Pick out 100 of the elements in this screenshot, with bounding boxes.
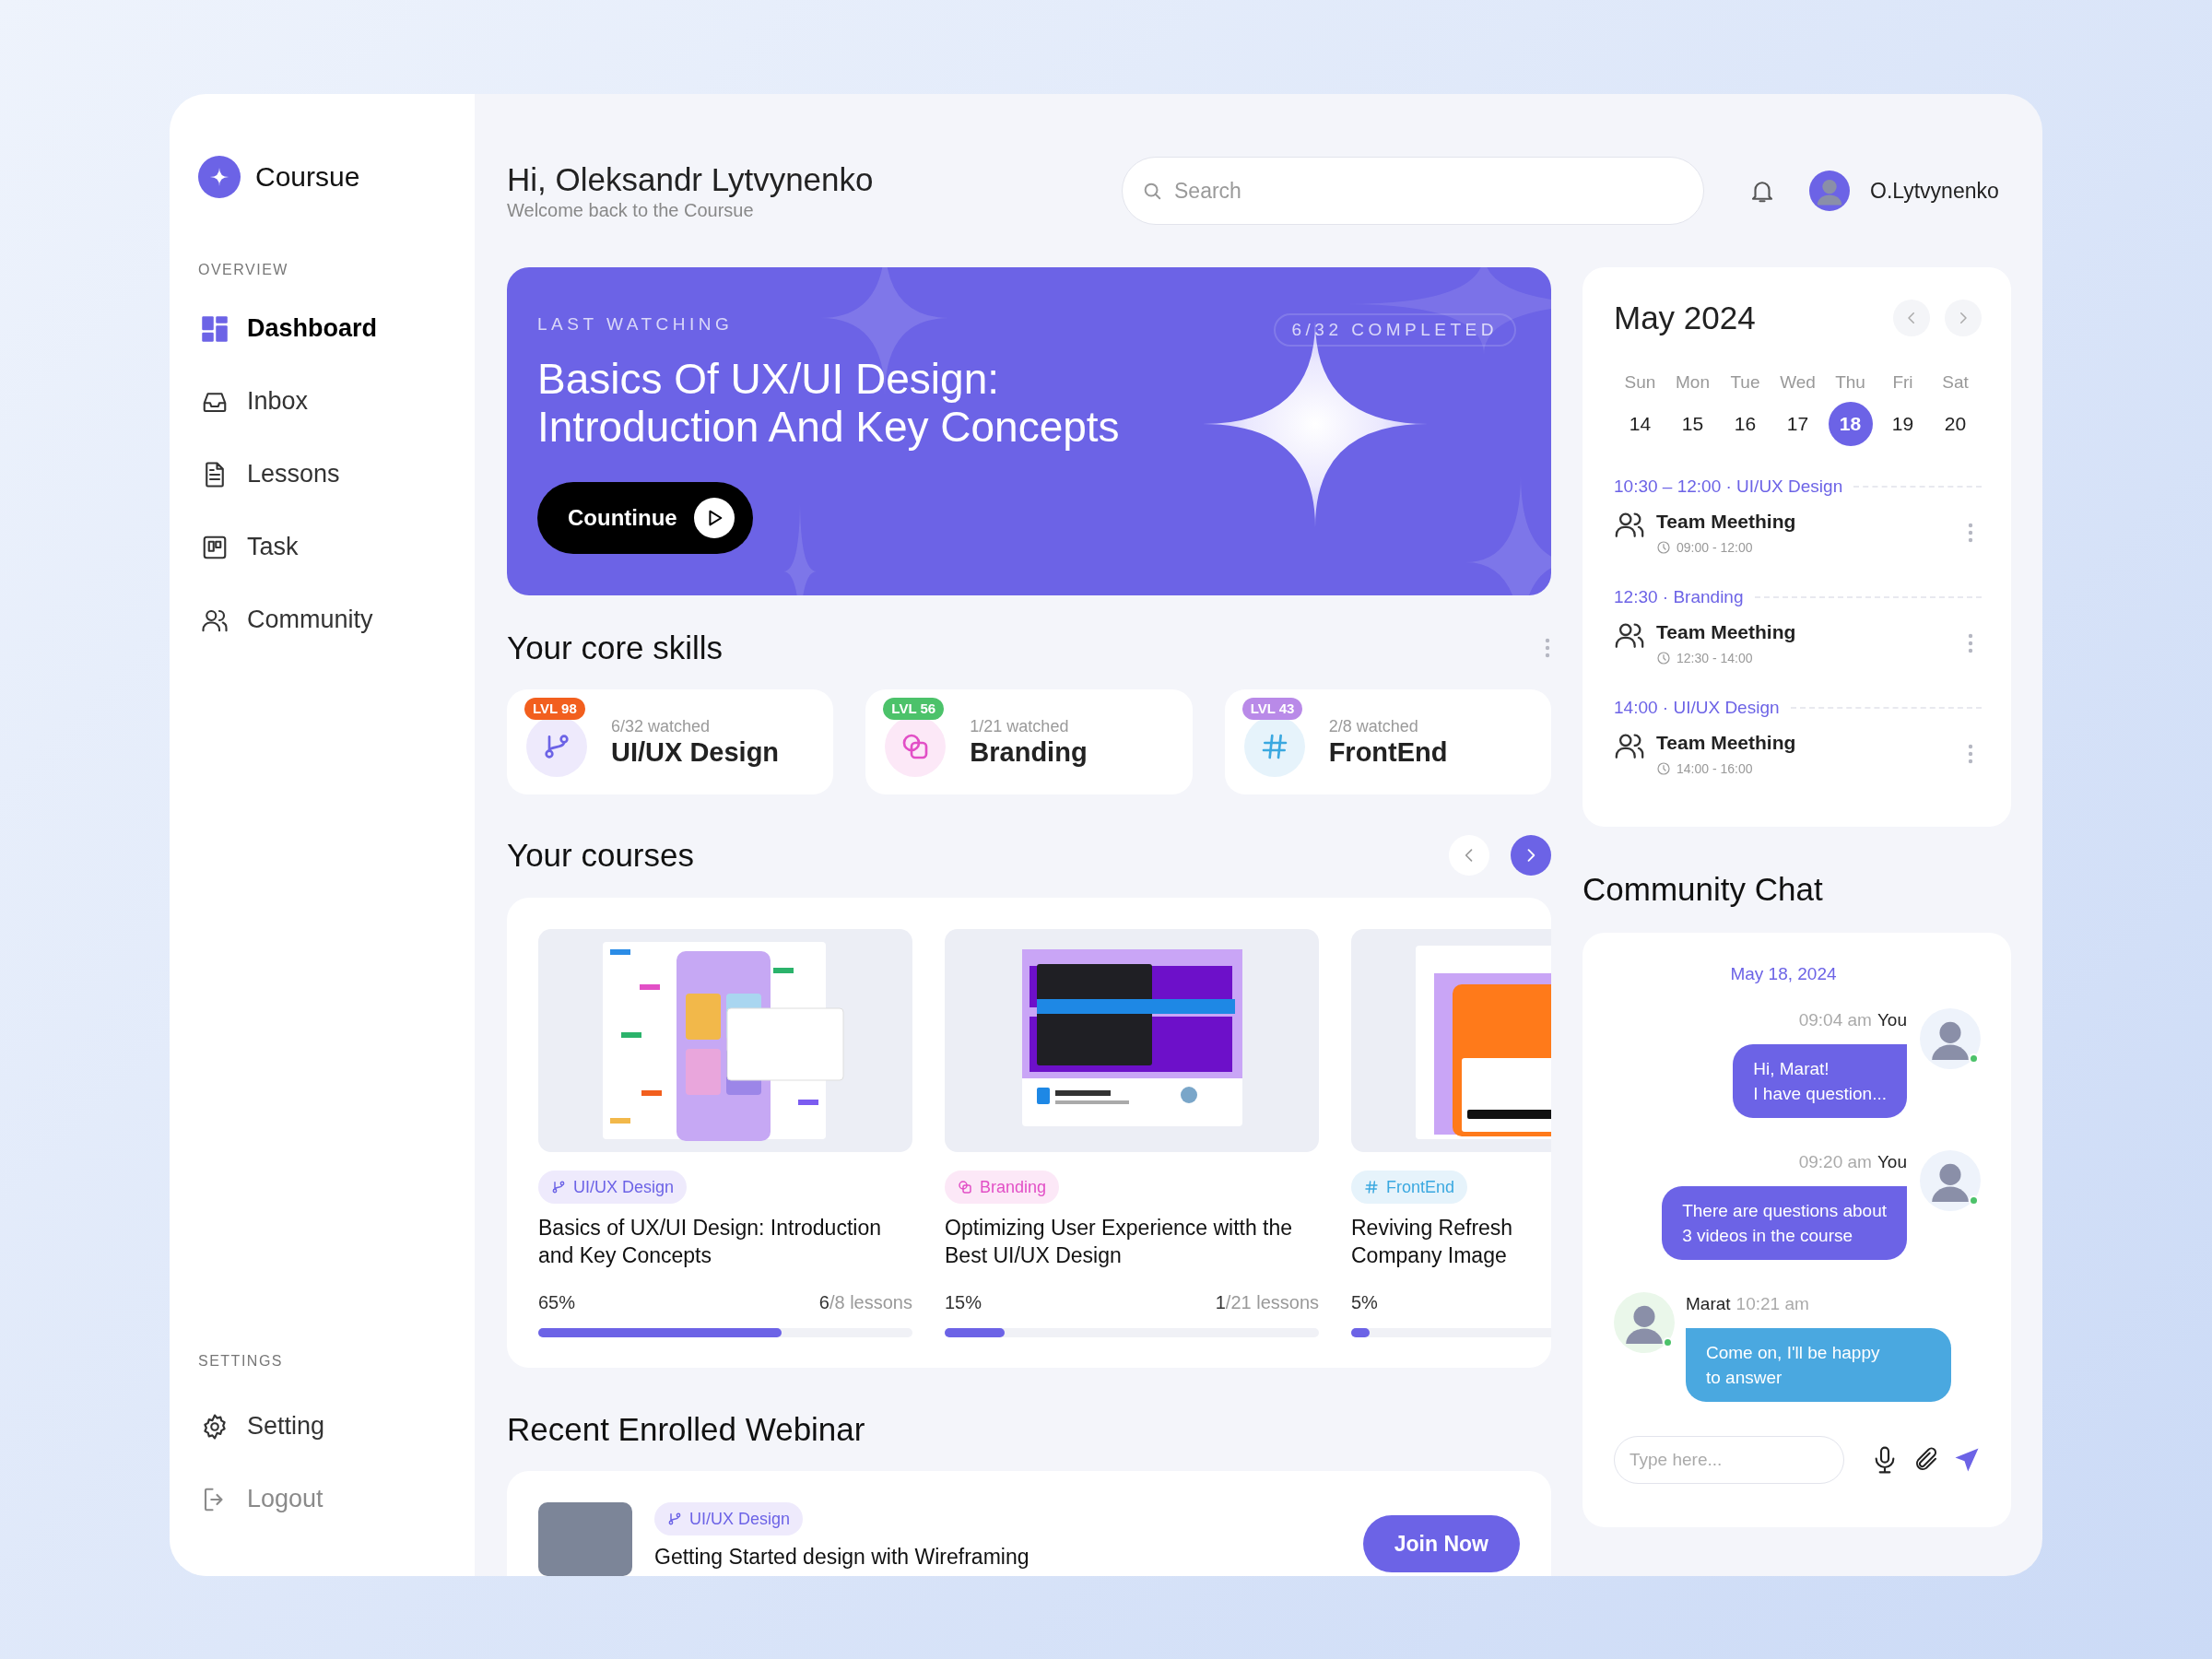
user-avatar [1614, 1292, 1675, 1353]
level-badge: LVL 98 [524, 698, 585, 720]
eyebrow-label: LAST WATCHING [537, 313, 734, 335]
weekday-label: Wed [1780, 371, 1816, 394]
app-name: Coursue [255, 161, 360, 193]
progress-percent: 5% [1351, 1291, 1378, 1313]
category-tag: UI/UX Design [654, 1502, 804, 1535]
more-icon[interactable] [1967, 523, 1974, 543]
message-input[interactable]: Type here... [1614, 1436, 1844, 1484]
dashboard-grid-icon [201, 314, 229, 343]
message-time: 09:20 am [1798, 1151, 1872, 1173]
calendar-day[interactable]: 18 [1828, 402, 1873, 446]
course-title[interactable]: Reviving Refresh Company Image [1351, 1214, 1540, 1269]
calendar-day[interactable]: 19 [1880, 402, 1925, 446]
message-author: You [1877, 1151, 1907, 1173]
event-time-range: 14:00 - 16:00 [1677, 760, 1753, 778]
category-tag: UI/UX Design [538, 1171, 688, 1204]
message-bubble: Come on, I'll be happy to answer [1686, 1328, 1951, 1402]
weekday-label: Tue [1730, 371, 1760, 394]
event-time-label: 10:30 – 12:00 · UI/UX Design [1614, 476, 1843, 498]
continue-button[interactable]: Countinue [537, 482, 753, 554]
section-label: OVERVIEW [198, 261, 288, 279]
skill-card[interactable]: LVL 98 6/32 watched UI/UX Design [507, 689, 834, 794]
course-title[interactable]: Optimizing User Experience witth the Best UI/UX Design [945, 1214, 1319, 1269]
event-time-range: 12:30 - 14:00 [1677, 650, 1753, 667]
skill-card[interactable]: LVL 56 1/21 watched Branding [865, 689, 1193, 794]
skill-name: UI/UX Design [611, 736, 780, 768]
branch-icon [551, 1180, 566, 1194]
progress-percent: 65% [538, 1291, 576, 1313]
previous-month-button[interactable] [1893, 300, 1930, 336]
section-title: Your courses [507, 836, 694, 875]
weekday-label: Mon [1676, 371, 1710, 394]
send-icon[interactable] [1953, 1446, 1981, 1474]
branch-icon [667, 1512, 682, 1526]
lessons-count: 1/21 lessons [1215, 1291, 1319, 1313]
weekday-label: Sun [1624, 371, 1656, 394]
message-bubble: There are questions about 3 videos in the course [1662, 1186, 1907, 1260]
user-avatar [1809, 171, 1850, 211]
skill-name: FrontEnd [1328, 736, 1448, 768]
message-author: Marat [1686, 1293, 1731, 1315]
more-icon[interactable] [1544, 638, 1551, 658]
section-title: Community Chat [1583, 870, 1824, 909]
calendar-day[interactable]: 17 [1775, 402, 1820, 446]
watched-count: 2/8 watched [1328, 716, 1419, 736]
user-avatar [1920, 1150, 1981, 1211]
message-time: 10:21 am [1735, 1293, 1809, 1315]
event-title: Team Meething [1656, 731, 1797, 755]
next-month-button[interactable] [1945, 300, 1982, 336]
logo-icon [198, 156, 241, 198]
nav-item[interactable]: Setting [198, 1403, 325, 1450]
more-icon[interactable] [1967, 633, 1974, 653]
event-time-label: 14:00 · UI/UX Design [1614, 697, 1780, 719]
level-badge: LVL 43 [1241, 698, 1303, 720]
user-avatar [1920, 1008, 1981, 1069]
category-tag: FrontEnd [1351, 1171, 1468, 1204]
skill-name: Branding [970, 736, 1088, 768]
section-title: Recent Enrolled Webinar [507, 1410, 866, 1449]
calendar-day[interactable]: 16 [1723, 402, 1768, 446]
user-name[interactable]: O.Lytvynenko [1870, 178, 1999, 204]
hash-icon [1364, 1180, 1379, 1194]
message-time: 09:04 am [1798, 1009, 1872, 1031]
calendar-day[interactable]: 20 [1933, 402, 1978, 446]
course-title[interactable]: Basics of UX/UI Design: Introduction and Key Concepts [538, 1214, 912, 1269]
section-title: Your core skills [507, 629, 724, 667]
message-author: You [1877, 1009, 1907, 1031]
watched-count: 6/32 watched [611, 716, 712, 736]
join-button[interactable]: Join Now [1362, 1515, 1520, 1572]
branch-icon [542, 732, 571, 761]
clock-icon [1656, 761, 1671, 776]
search-icon [1142, 181, 1162, 201]
calendar-day[interactable]: 14 [1618, 402, 1663, 446]
nav-item[interactable]: Task [198, 524, 299, 571]
message-bubble: Hi, Marat! I have question... [1733, 1044, 1907, 1118]
level-badge: LVL 56 [883, 698, 945, 720]
previous-button[interactable] [1449, 835, 1489, 876]
settings-icon [201, 1412, 229, 1441]
calendar-day[interactable]: 15 [1670, 402, 1715, 446]
nav-item[interactable]: Community [198, 596, 373, 643]
greeting: Hi, Oleksandr Lytvynenko [507, 160, 875, 199]
nav-item[interactable]: Dashboard [198, 305, 378, 352]
weekday-label: Sat [1942, 371, 1969, 394]
course-title: Basics Of UX/UI Design: Introduction And Key Concepts [537, 355, 1120, 451]
watched-count: 1/21 watched [970, 716, 1070, 736]
progress-percent: 15% [945, 1291, 982, 1313]
lessons-count: 6/8 lessons [818, 1291, 912, 1313]
more-icon[interactable] [1967, 744, 1974, 764]
nav-item[interactable]: Inbox [198, 378, 309, 425]
nav-item[interactable]: Lessons [198, 451, 340, 498]
skill-card[interactable]: LVL 43 2/8 watched FrontEnd [1224, 689, 1551, 794]
search-field[interactable]: Search [1122, 157, 1704, 225]
month-title: May 2024 [1614, 299, 1756, 337]
category-tag: Branding [945, 1171, 1060, 1204]
clock-icon [1656, 651, 1671, 665]
event-time-label: 12:30 · Branding [1614, 586, 1744, 608]
webinar-title: Getting Started design with Wireframing [654, 1544, 1030, 1571]
shapes-icon [958, 1180, 972, 1194]
event-title: Team Meething [1656, 510, 1797, 534]
event-time-range: 09:00 - 12:00 [1677, 539, 1753, 557]
weekday-label: Fri [1892, 371, 1913, 394]
next-button[interactable] [1511, 835, 1551, 876]
